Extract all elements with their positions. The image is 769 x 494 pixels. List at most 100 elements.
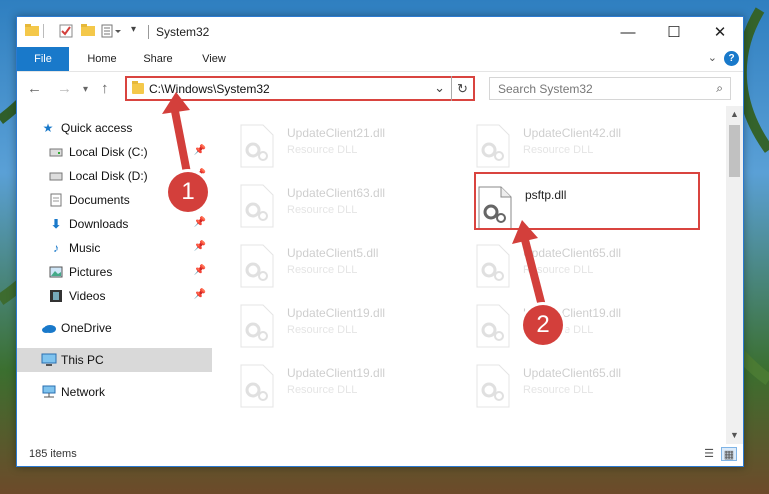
navigation-bar: ← → ▾ ↑ C:\Windows\System32 ⌄ ↻ Search S… (17, 72, 743, 106)
properties-icon[interactable] (59, 24, 73, 38)
help-button[interactable]: ? (724, 51, 739, 66)
details-view-icon[interactable]: ☰ (701, 447, 717, 461)
pictures-icon (49, 265, 63, 279)
file-item[interactable]: UpdateClient65.dll Resource DLL (475, 244, 685, 290)
dll-file-icon (239, 364, 275, 408)
quick-access-dropdown-icon[interactable]: ▾ (131, 24, 136, 35)
sidebar-item-local-disk-c[interactable]: Local Disk (C:) 📌 (17, 140, 212, 164)
maximize-button[interactable]: ☐ (651, 17, 697, 47)
tab-share[interactable]: Share (135, 47, 181, 71)
file-name: UpdateClient5.dll (287, 246, 379, 260)
file-item[interactable]: UpdateClient19.dll Resource DLL (475, 304, 685, 350)
sidebar-item-pictures[interactable]: Pictures 📌 (17, 260, 212, 284)
address-path[interactable]: C:\Windows\System32 (149, 82, 270, 96)
folder-icon (25, 24, 39, 36)
new-folder-icon[interactable] (81, 24, 95, 36)
explorer-window: ▾ System32 — ☐ ✕ File Home Share View ⌄ … (16, 16, 744, 467)
scrollbar-thumb[interactable] (729, 125, 740, 177)
file-name: UpdateClient42.dll (523, 126, 622, 140)
drive-icon (49, 145, 63, 159)
dll-file-icon (475, 244, 511, 288)
sidebar-item-label: Pictures (69, 265, 113, 279)
pin-icon[interactable]: 📌 (194, 217, 206, 228)
sidebar-item-label: Documents (69, 193, 130, 207)
search-placeholder: Search System32 (498, 82, 593, 96)
file-type: Resource DLL (287, 264, 358, 276)
back-arrow-icon[interactable]: ← (27, 80, 42, 97)
refresh-icon[interactable]: ↻ (451, 76, 473, 101)
chevron-down-icon[interactable]: ⌄ (434, 80, 445, 96)
dll-file-icon (475, 124, 511, 168)
file-item[interactable]: UpdateClient5.dll Resource DLL (239, 244, 449, 290)
toolbar-divider (43, 24, 44, 38)
file-name: UpdateClient63.dll (287, 186, 386, 200)
sidebar-item-label: Network (61, 385, 106, 399)
title-separator (148, 25, 149, 39)
dll-file-icon (239, 184, 275, 228)
sidebar-item-videos[interactable]: Videos 📌 (17, 284, 212, 308)
sidebar-item-label: Local Disk (C:) (69, 145, 148, 159)
customize-toolbar-icon[interactable] (101, 24, 123, 38)
file-name: UpdateClient65.dll (523, 246, 622, 260)
dll-file-icon (239, 304, 275, 348)
file-type: Resource DLL (287, 144, 358, 156)
file-type: Resource DLL (287, 324, 358, 336)
file-type: Resource DLL (523, 144, 594, 156)
window-title: System32 (156, 25, 210, 39)
vertical-scrollbar[interactable]: ▲ ▼ (726, 106, 743, 444)
sidebar-item-label: Quick access (61, 121, 133, 135)
expand-ribbon-icon[interactable]: ⌄ (708, 51, 717, 64)
sidebar-item-network[interactable]: Network (17, 380, 212, 404)
file-item[interactable]: UpdateClient21.dll Resource DLL (239, 124, 449, 170)
sidebar-item-quick-access[interactable]: ★ Quick access (17, 116, 212, 140)
file-type: Resource DLL (523, 384, 594, 396)
file-item[interactable]: UpdateClient19.dll Resource DLL (239, 364, 449, 410)
ribbon-tabs: File Home Share View ⌄ ? (17, 47, 743, 72)
step-1-badge: 1 (168, 172, 208, 212)
drive-icon (49, 169, 63, 183)
search-input[interactable]: Search System32 ⌕ (489, 77, 731, 100)
cloud-icon (41, 321, 56, 335)
tab-view[interactable]: View (191, 47, 237, 71)
file-type: Resource DLL (287, 384, 358, 396)
file-type: Resource DLL (523, 264, 594, 276)
search-icon[interactable]: ⌕ (716, 81, 723, 96)
sidebar-item-label: Videos (69, 289, 106, 303)
sidebar-item-label: Local Disk (D:) (69, 169, 148, 183)
forward-arrow-icon[interactable]: → (57, 80, 72, 97)
recent-locations-icon[interactable]: ▾ (83, 84, 88, 95)
tab-file[interactable]: File (17, 47, 69, 71)
file-item[interactable]: UpdateClient63.dll Resource DLL (239, 184, 449, 230)
large-icons-view-icon[interactable]: ▦ (721, 447, 737, 461)
sidebar-item-music[interactable]: ♪ Music 📌 (17, 236, 212, 260)
file-item[interactable]: UpdateClient65.dll Resource DLL (475, 364, 685, 410)
up-arrow-icon[interactable]: ↑ (101, 80, 109, 97)
close-button[interactable]: ✕ (697, 17, 743, 47)
file-highlight-box (474, 172, 700, 230)
file-list: UpdateClient21.dll Resource DLL UpdateCl… (213, 106, 727, 444)
sidebar-item-onedrive[interactable]: OneDrive (17, 316, 212, 340)
videos-icon (49, 289, 63, 303)
sidebar-item-label: This PC (61, 353, 104, 367)
item-count: 185 items (29, 448, 77, 460)
pin-icon[interactable]: 📌 (194, 145, 206, 156)
address-bar[interactable]: C:\Windows\System32 ⌄ ↻ (125, 76, 475, 101)
minimize-button[interactable]: — (605, 17, 651, 47)
sidebar-item-downloads[interactable]: ⬇ Downloads 📌 (17, 212, 212, 236)
file-item[interactable]: UpdateClient19.dll Resource DLL (239, 304, 449, 350)
navigation-pane: ★ Quick access Local Disk (C:) 📌 Local D… (17, 106, 212, 444)
computer-icon (41, 353, 57, 367)
file-name: UpdateClient21.dll (287, 126, 386, 140)
dll-file-icon (475, 364, 511, 408)
pin-icon[interactable]: 📌 (194, 241, 206, 252)
sidebar-item-this-pc[interactable]: This PC (17, 348, 212, 372)
scroll-up-icon[interactable]: ▲ (726, 106, 743, 123)
scroll-down-icon[interactable]: ▼ (726, 427, 743, 444)
dll-file-icon (239, 244, 275, 288)
file-item[interactable]: UpdateClient42.dll Resource DLL (475, 124, 685, 170)
pin-icon[interactable]: 📌 (194, 265, 206, 276)
file-name: UpdateClient19.dll (287, 366, 386, 380)
sidebar-item-label: OneDrive (61, 321, 112, 335)
tab-home[interactable]: Home (79, 47, 125, 71)
pin-icon[interactable]: 📌 (194, 289, 206, 300)
